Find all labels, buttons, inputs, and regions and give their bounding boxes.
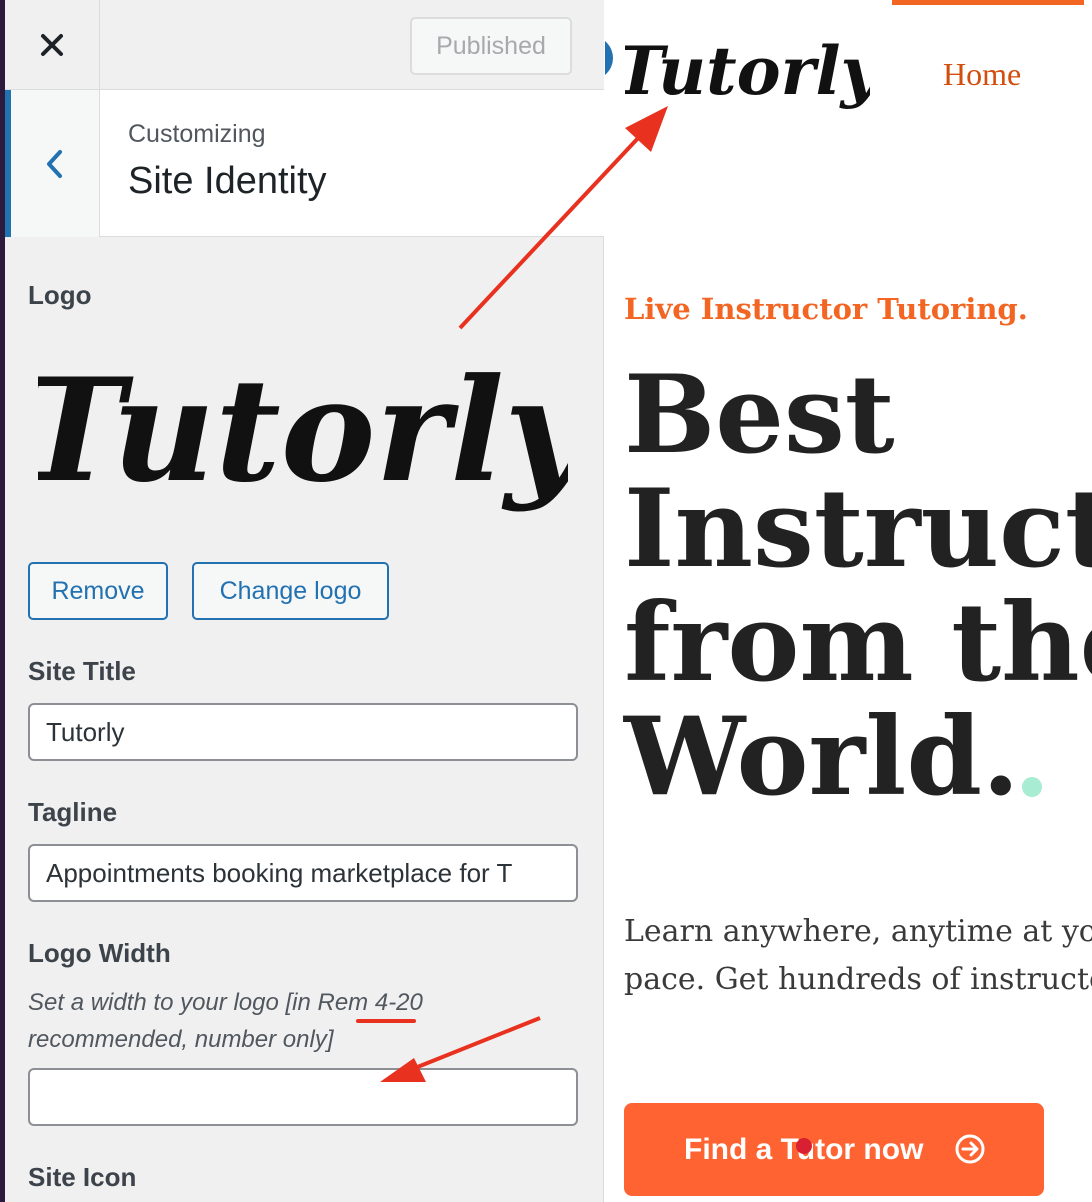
logo-label: Logo <box>28 280 92 310</box>
logo-image: Tutorly <box>38 348 568 514</box>
remove-logo-button[interactable]: Remove <box>28 562 168 620</box>
hero-lede-line: Learn anywhere, anytime at your <box>624 914 1092 949</box>
hero-headline-line: Best <box>624 352 895 478</box>
nav-home-link[interactable]: Home <box>943 56 1021 93</box>
section-title: Site Identity <box>128 160 327 202</box>
tagline-input[interactable]: Appointments booking marketplace for T <box>28 844 578 902</box>
cursor-marker <box>796 1138 812 1154</box>
hero-kicker: Live Instructor Tutoring. <box>624 292 1028 326</box>
hero-headline-line: Instructors <box>624 466 1092 592</box>
tagline-label: Tagline <box>28 797 118 827</box>
hero-lede: Learn anywhere, anytime at your pace. Ge… <box>624 908 1092 1004</box>
customizer-header: Published <box>5 0 604 90</box>
breadcrumb: Customizing <box>128 120 266 148</box>
change-logo-button[interactable]: Change logo <box>192 562 389 620</box>
hero-headline-line: World. <box>624 694 1020 820</box>
chevron-left-icon <box>47 149 62 178</box>
site-logo[interactable]: Tutorly <box>625 22 870 122</box>
logo-width-label: Logo Width <box>28 938 171 968</box>
arrow-circle-right-icon <box>955 1134 985 1164</box>
close-icon <box>41 34 63 56</box>
site-logo-text: Tutorly <box>625 32 870 110</box>
site-preview: Tutorly Home Live Instructor Tutoring. B… <box>605 0 1092 1202</box>
site-title-label: Site Title <box>28 656 136 686</box>
logo-width-input[interactable] <box>28 1068 578 1126</box>
hero-headline-line: from the <box>624 580 1092 706</box>
site-icon-label: Site Icon <box>28 1162 137 1192</box>
edit-shortcut-icon[interactable] <box>605 36 613 80</box>
hero-lede-line: pace. Get hundreds of instructors <box>624 962 1092 997</box>
section-header: Customizing Site Identity <box>5 90 604 237</box>
decorative-dot <box>1022 777 1042 797</box>
logo-image-text: Tutorly <box>38 348 568 514</box>
header-accent-bar <box>892 0 1084 5</box>
back-button[interactable] <box>5 90 100 237</box>
find-tutor-button[interactable]: Find a Tutor now <box>624 1103 1044 1196</box>
published-button[interactable]: Published <box>410 17 572 75</box>
hero-headline: Best Instructors from the World. <box>624 358 1092 814</box>
close-button[interactable] <box>5 0 100 90</box>
customizer-sidebar: Published Customizing Site Identity Logo… <box>0 0 604 1202</box>
logo-width-description: Set a width to your logo [in Rem 4-20 re… <box>28 989 423 1053</box>
site-title-input[interactable]: Tutorly <box>28 703 578 761</box>
